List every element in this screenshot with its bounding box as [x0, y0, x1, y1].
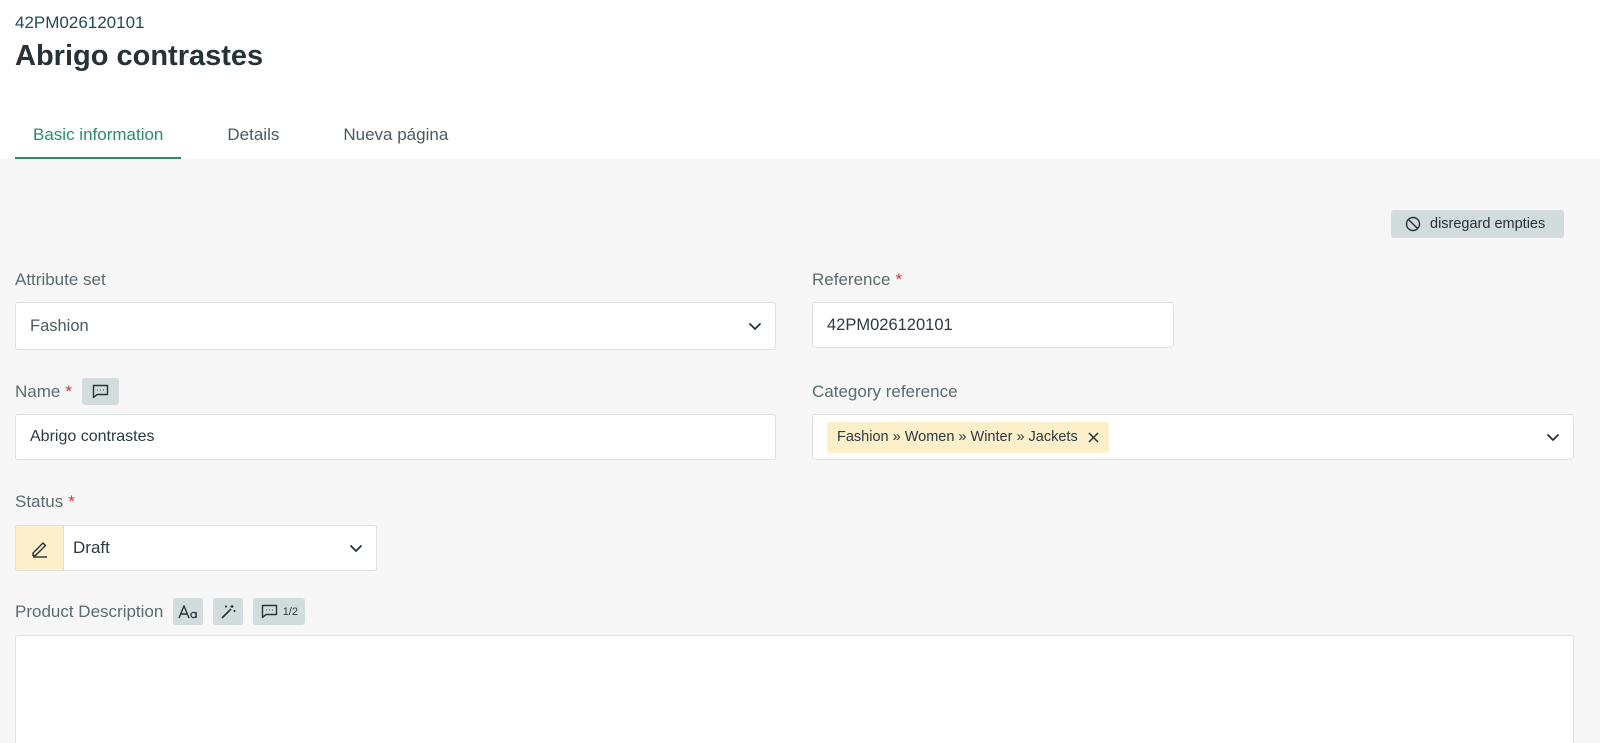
status-indicator [16, 526, 64, 570]
reference-value: 42PM026120101 [827, 315, 953, 334]
name-value: Abrigo contrastes [30, 428, 155, 445]
pencil-icon [31, 542, 47, 558]
attribute-set-label: Attribute set [15, 270, 106, 290]
comment-icon [261, 604, 277, 619]
required-mark: * [65, 381, 72, 401]
chevron-down-icon [735, 322, 775, 331]
status-label: Status * [15, 492, 75, 512]
required-mark: * [68, 492, 75, 511]
disregard-empties-label: disregard empties [1430, 216, 1546, 232]
name-label-text: Name [15, 381, 61, 401]
attribute-set-select[interactable]: Fashion [15, 302, 776, 350]
page-header: 42PM026120101 Abrigo contrastes Basic in… [0, 0, 1600, 159]
category-reference-label-text: Category reference [812, 382, 958, 401]
page-title: Abrigo contrastes [15, 40, 264, 72]
tab-nueva-pagina[interactable]: Nueva página [325, 112, 466, 159]
category-reference-select[interactable]: Fashion » Women » Winter » Jackets [812, 414, 1574, 460]
category-reference-label: Category reference [812, 382, 958, 402]
magic-wand-button[interactable] [213, 598, 244, 625]
description-comment-button[interactable]: 1/2 [253, 598, 306, 625]
reference-label: Reference * [812, 270, 902, 290]
status-value: Draft [73, 538, 110, 557]
name-comment-button[interactable] [81, 378, 119, 405]
comment-count: 1/2 [282, 605, 298, 618]
name-input[interactable]: Abrigo contrastes [15, 414, 776, 460]
attribute-set-value: Fashion [30, 316, 89, 335]
category-chip-label: Fashion » Women » Winter » Jackets [837, 429, 1078, 445]
product-description-editor[interactable] [15, 635, 1574, 743]
tab-bar: Basic information Details Nueva página [15, 112, 494, 159]
text-format-icon [178, 604, 198, 618]
text-format-button[interactable] [173, 598, 204, 625]
ban-icon [1405, 216, 1421, 232]
reference-label-text: Reference [812, 270, 891, 289]
required-mark: * [895, 270, 903, 289]
attribute-set-label-text: Attribute set [15, 270, 106, 289]
tab-details[interactable]: Details [209, 112, 297, 159]
product-description-label: Product Description 1/2 [15, 598, 306, 625]
tab-basic-information[interactable]: Basic information [15, 112, 182, 159]
comment-icon [92, 384, 109, 399]
product-code: 42PM026120101 [15, 13, 145, 32]
close-icon[interactable] [1088, 431, 1099, 443]
reference-input[interactable]: 42PM026120101 [812, 302, 1174, 348]
status-select[interactable]: Draft [15, 525, 377, 571]
magic-wand-icon [221, 604, 236, 619]
product-description-label-text: Product Description [15, 601, 164, 621]
disregard-empties-button[interactable]: disregard empties [1391, 210, 1564, 238]
category-chip: Fashion » Women » Winter » Jackets [827, 421, 1109, 453]
chevron-down-icon [1533, 433, 1573, 442]
chevron-down-icon [336, 544, 376, 553]
name-label: Name * [15, 378, 119, 405]
status-label-text: Status [15, 492, 64, 511]
